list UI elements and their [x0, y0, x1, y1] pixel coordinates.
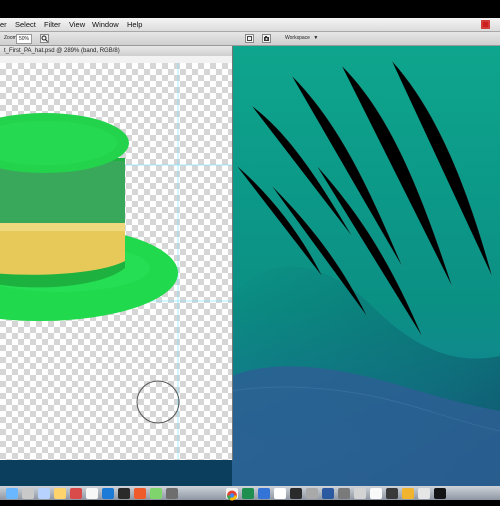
app-icon-7[interactable] [150, 488, 162, 499]
app-icon-4[interactable] [102, 488, 114, 499]
app-icon-9[interactable] [242, 488, 254, 499]
mission-control-icon[interactable] [38, 488, 50, 499]
launchpad-icon[interactable] [22, 488, 34, 499]
dock [0, 486, 500, 501]
app-icon-15[interactable] [338, 488, 350, 499]
zoom-input[interactable]: 50% [16, 34, 32, 44]
circle-brush-cursor-icon [136, 380, 180, 424]
camera-icon[interactable] [262, 34, 271, 43]
finder-icon[interactable] [6, 488, 18, 499]
menu-item-filter[interactable]: Filter [44, 18, 61, 31]
lower-left-wallpaper [0, 460, 232, 486]
document-title: t_First_PA_hat.psd @ 289% (band, RGB/8) [4, 48, 120, 54]
menu-item-window[interactable]: Window [92, 18, 119, 31]
menu-item-help[interactable]: Help [127, 18, 142, 31]
app-icon-3[interactable] [86, 488, 98, 499]
panel-toggle-icon[interactable] [245, 34, 254, 43]
app-icon-13[interactable] [306, 488, 318, 499]
chevron-down-icon: ▼ [313, 35, 319, 41]
app-icon-16[interactable] [354, 488, 366, 499]
hat-icon [0, 113, 178, 321]
app-icon-2[interactable] [70, 488, 82, 499]
menubar: er Select Filter View Window Help [0, 18, 500, 32]
app-icon-17[interactable] [370, 488, 382, 499]
menu-item-view[interactable]: View [69, 18, 85, 31]
app-icon-8[interactable] [166, 488, 178, 499]
hat-artwork [0, 63, 232, 460]
options-bar: Zoom: 50% Workspace ▼ [0, 32, 500, 46]
canvas-area[interactable] [0, 63, 232, 460]
workspace-dropdown[interactable]: Workspace ▼ [285, 35, 318, 41]
app-icon-14[interactable] [322, 488, 334, 499]
photoshop-document-window: t_First_PA_hat.psd @ 289% (band, RGB/8) [0, 46, 233, 460]
app-icon-10[interactable] [258, 488, 270, 499]
chrome-icon[interactable] [226, 488, 238, 501]
app-icon-20[interactable] [418, 488, 430, 499]
wave-wallpaper [232, 46, 500, 486]
app-icon-11[interactable] [274, 488, 286, 499]
top-letterbox [0, 0, 500, 18]
menu-item-select[interactable]: Select [15, 18, 36, 31]
app-icon-21[interactable] [434, 488, 446, 499]
zoom-tool-icon[interactable] [40, 34, 49, 43]
app-icon-18[interactable] [386, 488, 398, 499]
app-icon-6[interactable] [134, 488, 146, 499]
desktop-background [232, 46, 500, 486]
status-icon[interactable] [481, 20, 490, 29]
menu-item-edit[interactable]: er [0, 18, 7, 31]
app-icon-5[interactable] [118, 488, 130, 499]
app-icon-1[interactable] [54, 488, 66, 499]
app-icon-19[interactable] [402, 488, 414, 499]
app-icon-12[interactable] [290, 488, 302, 499]
workspace-label: Workspace [285, 35, 310, 41]
